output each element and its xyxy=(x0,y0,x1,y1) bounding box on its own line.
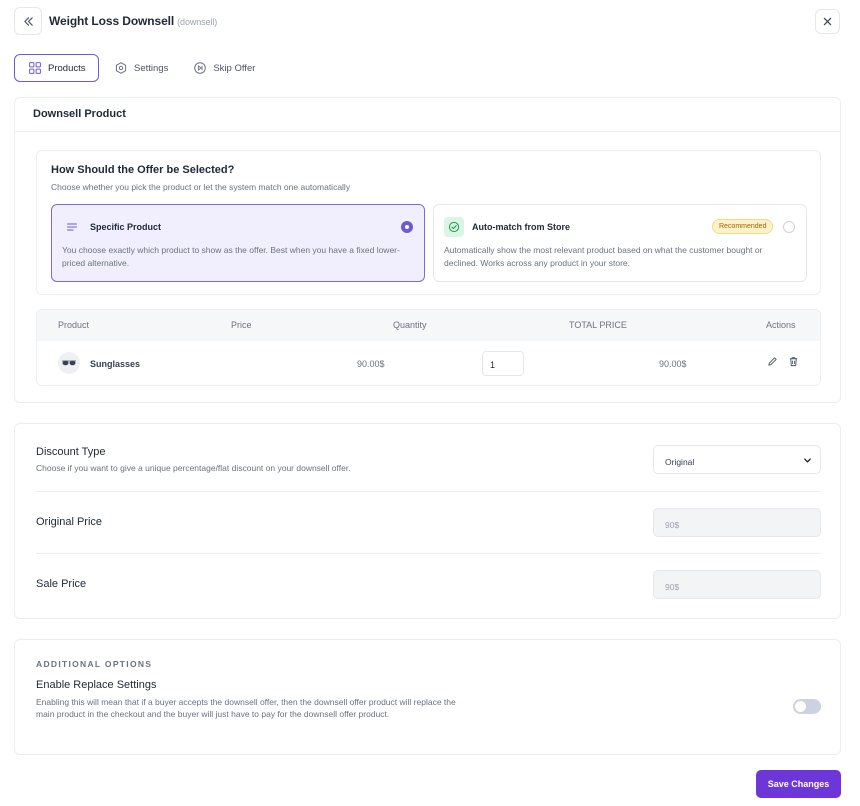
tab-products-label: Products xyxy=(48,62,86,74)
tab-skip-offer[interactable]: Skip Offer xyxy=(180,54,267,82)
column-header-price: Price xyxy=(231,320,252,330)
quantity-input[interactable]: 1 xyxy=(482,351,524,376)
skip-forward-icon xyxy=(194,62,207,74)
option-title: Specific Product xyxy=(90,222,162,232)
offer-selection-description: Choose whether you pick the product or l… xyxy=(51,182,351,192)
offer-selection-question: How Should the Offer be Selected? xyxy=(51,164,235,176)
radio-auto-match[interactable] xyxy=(783,221,795,233)
page-title: Weight Loss Downsell (downsell) xyxy=(49,14,217,28)
close-button[interactable] xyxy=(815,9,840,34)
page-title-text: Weight Loss Downsell xyxy=(49,14,175,28)
offer-selection-box: How Should the Offer be Selected? Choose… xyxy=(36,150,821,295)
product-total-price: 90.00$ xyxy=(659,359,687,369)
discount-type-value: Original xyxy=(665,457,695,467)
downsell-product-card: Downsell Product How Should the Offer be… xyxy=(14,97,841,403)
option-specific-product[interactable]: Specific Product You choose exactly whic… xyxy=(51,204,425,282)
column-header-total-price: TOTAL PRICE xyxy=(569,320,627,330)
trash-icon xyxy=(789,357,798,367)
tab-skip-offer-label: Skip Offer xyxy=(213,62,256,74)
option-auto-match[interactable]: Auto-match from Store Recommended Automa… xyxy=(433,204,807,282)
grid-icon xyxy=(29,62,41,74)
column-header-actions: Actions xyxy=(766,320,796,330)
table-header: Product Price Quantity TOTAL PRICE Actio… xyxy=(37,310,820,341)
sale-price-field: 90$ xyxy=(653,570,821,599)
discount-type-select[interactable]: Original xyxy=(653,445,821,474)
product-thumbnail xyxy=(58,352,80,374)
option-icon-wrap xyxy=(62,217,82,237)
option-icon-wrap xyxy=(444,217,464,237)
enable-replace-toggle[interactable] xyxy=(793,699,821,714)
page-subtitle: (downsell) xyxy=(177,17,218,27)
divider xyxy=(36,491,821,492)
chevron-down-icon xyxy=(804,458,811,463)
additional-options-card: ADDITIONAL OPTIONS Enable Replace Settin… xyxy=(14,639,841,755)
additional-options-title: ADDITIONAL OPTIONS xyxy=(36,659,153,669)
collapse-back-button[interactable] xyxy=(14,7,42,35)
enable-replace-description: Enabling this will mean that if a buyer … xyxy=(36,697,456,719)
column-header-quantity: Quantity xyxy=(393,320,427,330)
tab-products[interactable]: Products xyxy=(14,54,99,82)
option-description: You choose exactly which product to show… xyxy=(62,245,400,268)
list-lines-icon xyxy=(66,223,78,231)
downsell-product-heading: Downsell Product xyxy=(15,98,840,132)
radio-specific-product[interactable] xyxy=(401,221,413,233)
enable-replace-label: Enable Replace Settings xyxy=(36,679,157,691)
delete-product-button[interactable] xyxy=(788,356,799,369)
recommended-badge: Recommended xyxy=(712,219,774,234)
product-table: Product Price Quantity TOTAL PRICE Actio… xyxy=(36,309,821,386)
product-name: Sunglasses xyxy=(90,359,141,369)
product-price: 90.00$ xyxy=(357,359,385,369)
divider xyxy=(36,553,821,554)
top-bar: Weight Loss Downsell (downsell) xyxy=(14,7,840,35)
original-price-field: 90$ xyxy=(653,508,821,537)
column-header-product: Product xyxy=(58,320,90,330)
double-chevron-left-icon xyxy=(23,16,33,26)
save-changes-button[interactable]: Save Changes xyxy=(756,770,841,798)
tab-settings-label: Settings xyxy=(134,62,169,74)
option-title: Auto-match from Store xyxy=(472,222,571,232)
hexagon-settings-icon xyxy=(115,62,127,74)
sunglasses-icon xyxy=(62,360,76,366)
pricing-card: Discount Type Choose if you want to give… xyxy=(14,423,841,619)
pencil-icon xyxy=(768,357,777,366)
check-circle-icon xyxy=(448,221,460,233)
close-icon xyxy=(823,17,832,26)
table-row: Sunglasses 90.00$ 1 90.00$ xyxy=(37,341,820,385)
option-description: Automatically show the most relevant pro… xyxy=(444,245,763,268)
tab-settings[interactable]: Settings xyxy=(101,54,180,82)
edit-product-button[interactable] xyxy=(767,356,778,369)
tab-bar: Products Settings Skip Offer xyxy=(14,54,267,82)
